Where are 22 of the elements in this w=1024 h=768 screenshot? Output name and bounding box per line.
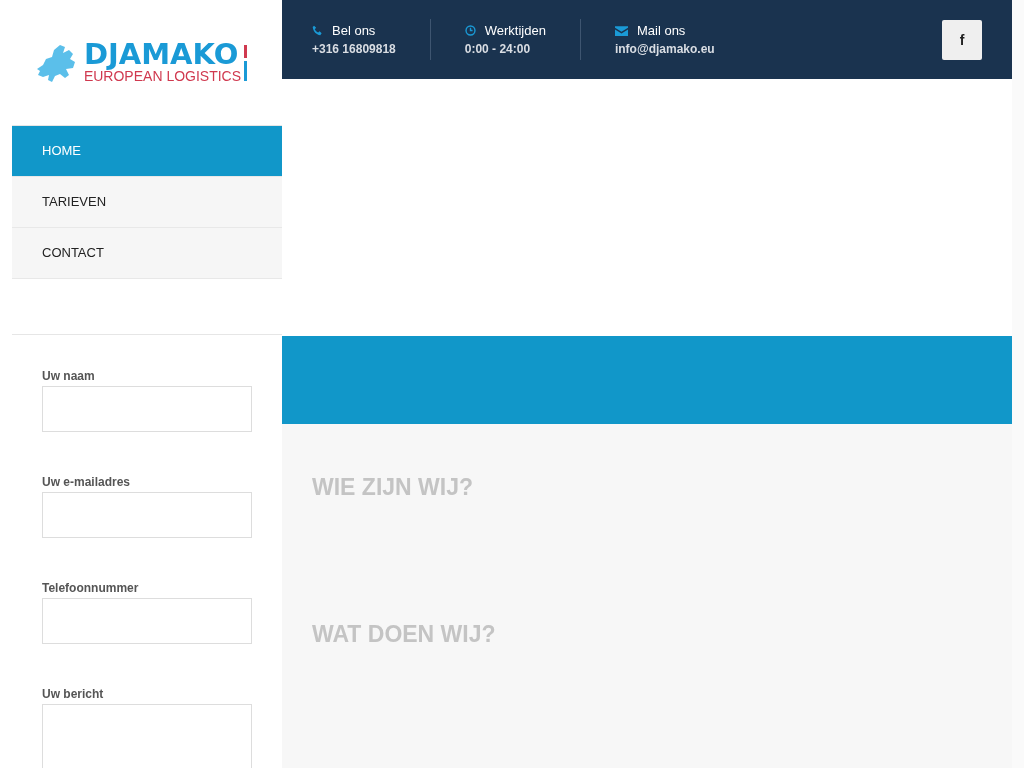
field-label: Uw e-mailadres xyxy=(42,475,132,489)
facebook-button[interactable]: f xyxy=(942,19,982,60)
contact-value: 0:00 - 24:00 xyxy=(464,42,532,57)
input-field[interactable] xyxy=(42,492,252,538)
field-label: Uw naam xyxy=(42,369,96,383)
contact-title: Werktijden xyxy=(484,23,546,39)
phone-icon xyxy=(312,25,323,37)
field-label: Uw bericht xyxy=(42,687,105,701)
input-field[interactable] xyxy=(42,598,252,644)
logo-tagline: EUROPEAN LOGISTICS xyxy=(83,69,242,85)
logo-accent-bar xyxy=(244,44,248,81)
contact-title: Bel ons xyxy=(332,23,376,39)
contact-value: +316 16809818 xyxy=(312,42,396,57)
clock-icon xyxy=(464,25,476,37)
nav-item[interactable]: TARIEVEN xyxy=(12,177,282,228)
field-label: Telefoonnummer xyxy=(42,581,140,595)
logo-name: DJAMAKO xyxy=(83,40,239,70)
nav-item[interactable]: CONTACT xyxy=(12,228,282,279)
contact-value: info@djamako.eu xyxy=(614,42,715,57)
contact-title: Mail ons xyxy=(636,23,686,39)
mail-icon xyxy=(614,25,628,36)
input-field[interactable] xyxy=(42,386,252,432)
